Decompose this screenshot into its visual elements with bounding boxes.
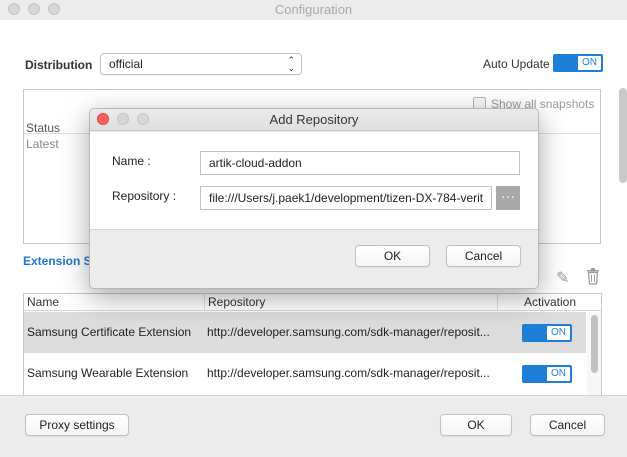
dialog-title: Add Repository [269,112,359,127]
repository-input[interactable]: file:///Users/j.paek1/development/tizen-… [200,186,492,210]
dialog-form: Name : artik-cloud-addon Repository : fi… [90,132,538,230]
cancel-button[interactable]: Cancel [530,414,605,436]
name-label: Name : [112,154,151,168]
extension-name: Samsung Certificate Extension [27,325,192,339]
extension-table: Name Repository Activation Samsung Certi… [23,293,602,396]
activation-toggle[interactable]: ON [522,365,572,383]
distribution-value: official [109,57,143,71]
window-titlebar: Configuration [0,0,627,20]
ok-button[interactable]: OK [440,414,512,436]
extension-name: Samsung Wearable Extension [27,366,189,380]
activation-toggle[interactable]: ON [522,324,572,342]
activation-column-header[interactable]: Activation [497,294,601,311]
extension-repository: http://developer.samsung.com/sdk-manager… [207,366,490,380]
dialog-titlebar: Add Repository [90,109,538,131]
footer-divider [0,395,627,396]
repository-label: Repository : [112,189,177,203]
dialog-ok-button[interactable]: OK [355,245,430,267]
snapshot-row-latest[interactable]: Latest [26,137,59,151]
distribution-label: Distribution [25,58,93,72]
auto-update-state: ON [578,56,601,70]
auto-update-toggle[interactable]: ON [553,54,603,72]
window-title: Configuration [274,2,353,17]
auto-update-label: Auto Update [483,57,550,71]
dialog-cancel-button[interactable]: Cancel [446,245,521,267]
add-repository-dialog: Add Repository Name : artik-cloud-addon … [89,108,539,289]
extension-repository: http://developer.samsung.com/sdk-manager… [207,325,490,339]
table-row[interactable]: Samsung Certificate Extension http://dev… [24,312,586,353]
name-column-header[interactable]: Name [24,294,204,311]
table-scroll-thumb[interactable] [591,315,598,373]
browse-button[interactable]: ··· [496,186,520,210]
trash-icon[interactable] [586,268,600,285]
name-input[interactable]: artik-cloud-addon [200,151,520,175]
select-arrows-icon: ⌃ ⌄ [287,55,295,73]
activation-state: ON [547,326,570,340]
status-column-header: Status [26,121,61,135]
activation-state: ON [547,367,570,381]
repository-column-header[interactable]: Repository [204,294,497,311]
table-row[interactable]: Samsung Wearable Extension http://develo… [24,353,586,394]
distribution-select[interactable]: official ⌃ ⌄ [100,53,302,75]
edit-icon[interactable]: ✎ [556,268,569,288]
proxy-settings-button[interactable]: Proxy settings [25,414,129,436]
panel-scrollbar[interactable] [619,88,627,183]
